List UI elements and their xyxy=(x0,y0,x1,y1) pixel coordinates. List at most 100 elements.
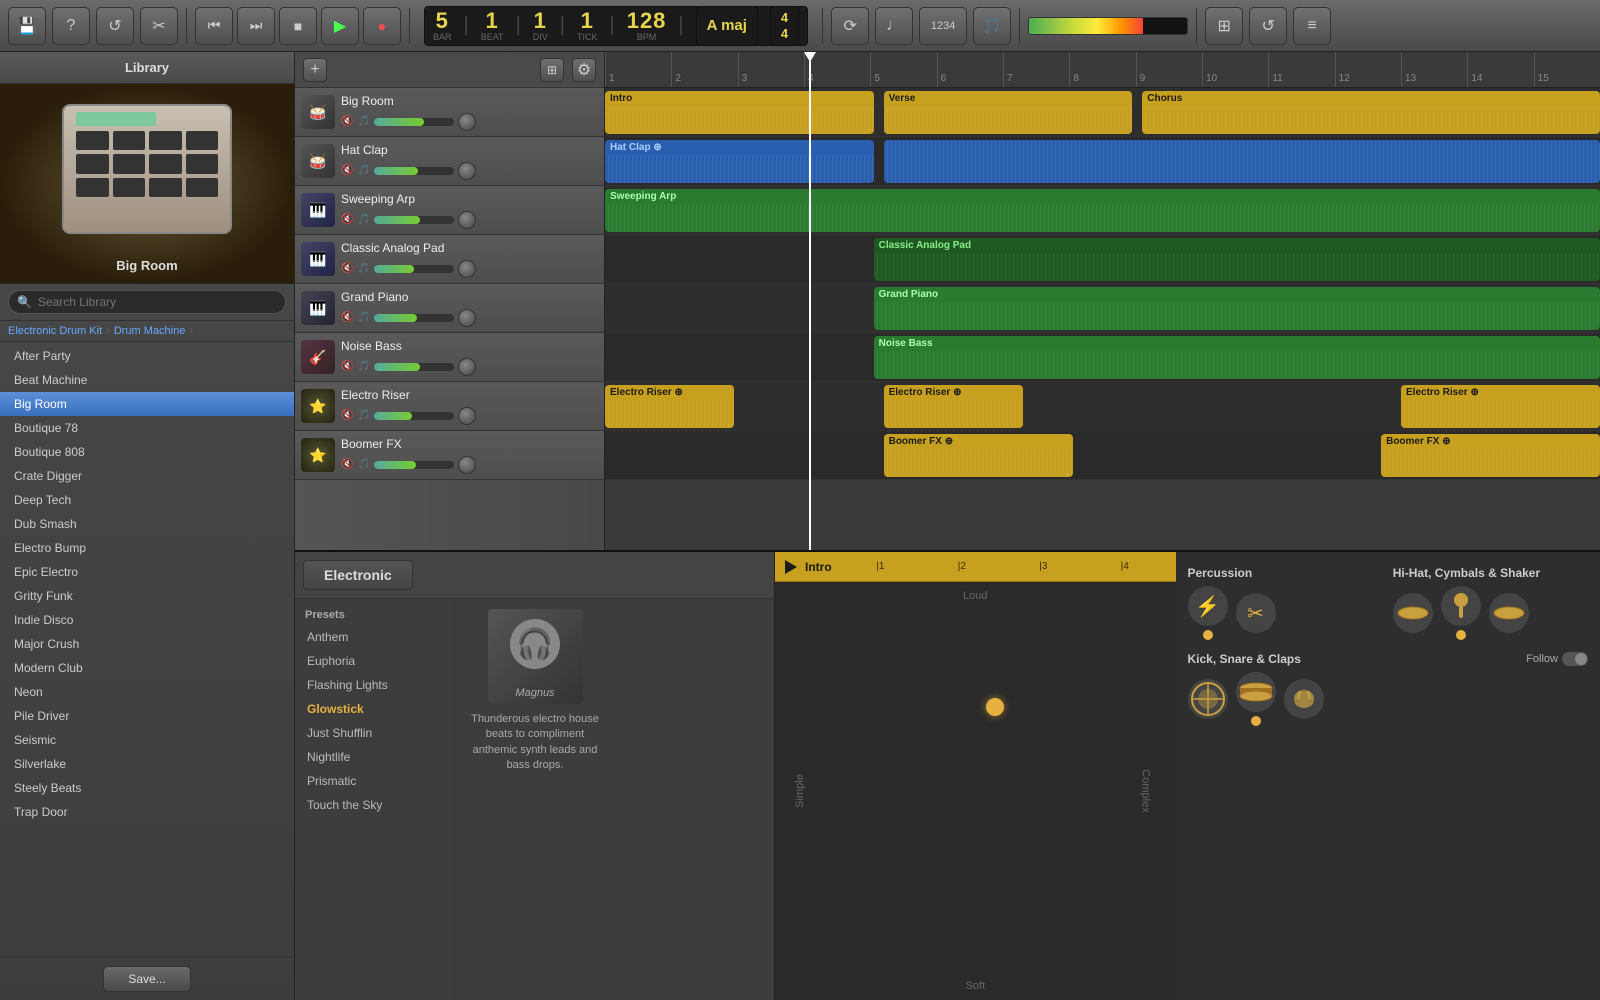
clip-chorus[interactable]: Chorus xyxy=(1142,91,1600,134)
playhead[interactable] xyxy=(809,52,811,550)
track-mute-icon[interactable]: 🔇 xyxy=(341,459,353,470)
track-fader[interactable] xyxy=(374,461,454,469)
track-mute-icon[interactable]: 🔇 xyxy=(341,116,353,127)
track-pan-knob[interactable] xyxy=(458,211,476,229)
drum-pad[interactable] xyxy=(149,178,182,197)
track-solo-icon[interactable]: 🎵 xyxy=(357,410,369,421)
drum-pad[interactable] xyxy=(113,178,146,197)
clip-electro-riser--[interactable]: Electro Riser ⊕ xyxy=(884,385,1023,428)
track-header-boomer-fx[interactable]: ⭐ Boomer FX 🔇 🎵 xyxy=(295,431,604,480)
xy-position-dot[interactable] xyxy=(986,698,1004,716)
track-pan-knob[interactable] xyxy=(458,456,476,474)
shaker-kit-item[interactable] xyxy=(1441,586,1481,640)
lightning-kit-item[interactable]: ⚡ xyxy=(1188,586,1228,640)
track-fader[interactable] xyxy=(374,412,454,420)
search-input[interactable] xyxy=(38,295,277,309)
snaredrum-kit-item[interactable] xyxy=(1236,672,1276,726)
library-item-silverlake[interactable]: Silverlake xyxy=(0,752,294,776)
track-solo-icon[interactable]: 🎵 xyxy=(357,214,369,225)
preset-item-euphoria[interactable]: Euphoria xyxy=(295,649,454,673)
drum-pad[interactable] xyxy=(149,154,182,173)
undo-btn[interactable]: ↺ xyxy=(96,7,134,45)
editors-btn[interactable]: ↺ xyxy=(1249,7,1287,45)
library-item-gritty-funk[interactable]: Gritty Funk xyxy=(0,584,294,608)
clip-classic-analog-pad[interactable]: Classic Analog Pad xyxy=(874,238,1600,281)
preset-item-glowstick[interactable]: Glowstick xyxy=(295,697,454,721)
drum-pad[interactable] xyxy=(149,131,182,150)
track-pan-knob[interactable] xyxy=(458,309,476,327)
track-solo-icon[interactable]: 🎵 xyxy=(357,165,369,176)
help-btn[interactable]: ? xyxy=(52,7,90,45)
track-header-sweeping-arp[interactable]: 🎹 Sweeping Arp 🔇 🎵 xyxy=(295,186,604,235)
clip-hat-clap--[interactable]: Hat Clap ⊕ xyxy=(605,140,874,183)
fastforward-btn[interactable]: ⏭ xyxy=(237,7,275,45)
clip-verse[interactable]: Verse xyxy=(884,91,1133,134)
track-lane-classic-analog-pad[interactable]: Classic Analog Pad xyxy=(605,235,1600,284)
library-item-electro-bump[interactable]: Electro Bump xyxy=(0,536,294,560)
key-display[interactable]: A maj xyxy=(696,6,758,46)
drum-pad[interactable] xyxy=(76,154,109,173)
snare-kit-item[interactable] xyxy=(1489,593,1529,633)
track-header-grand-piano[interactable]: 🎹 Grand Piano 🔇 🎵 xyxy=(295,284,604,333)
track-fader[interactable] xyxy=(374,314,454,322)
preset-item-anthem[interactable]: Anthem xyxy=(295,625,454,649)
track-lane-big-room[interactable]: IntroVerseChorus xyxy=(605,88,1600,137)
save-btn[interactable]: 💾 xyxy=(8,7,46,45)
drum-pad[interactable] xyxy=(186,131,219,150)
drum-pad[interactable] xyxy=(113,154,146,173)
preset-item-flashing-lights[interactable]: Flashing Lights xyxy=(295,673,454,697)
save-button[interactable]: Save... xyxy=(103,966,190,992)
stop-btn[interactable]: ■ xyxy=(279,7,317,45)
drummer-xy-pad[interactable]: Loud Soft Simple Complex xyxy=(775,582,1176,1000)
track-mute-icon[interactable]: 🔇 xyxy=(341,214,353,225)
clap-kit-item[interactable] xyxy=(1284,679,1324,719)
filter-btn[interactable]: ⚙ xyxy=(572,58,596,82)
library-item-indie-disco[interactable]: Indie Disco xyxy=(0,608,294,632)
breadcrumb-item2[interactable]: Drum Machine xyxy=(114,325,186,337)
record-btn[interactable]: ● xyxy=(363,7,401,45)
breadcrumb-item1[interactable]: Electronic Drum Kit xyxy=(8,325,102,337)
track-mute-icon[interactable]: 🔇 xyxy=(341,312,353,323)
library-item-modern-club[interactable]: Modern Club xyxy=(0,656,294,680)
library-item-epic-electro[interactable]: Epic Electro xyxy=(0,560,294,584)
clip-boomer-fx--[interactable]: Boomer FX ⊕ xyxy=(884,434,1073,477)
library-item-big-room[interactable]: Big Room xyxy=(0,392,294,416)
mixer-btn[interactable]: ≡ xyxy=(1293,7,1331,45)
track-mute-icon[interactable]: 🔇 xyxy=(341,361,353,372)
track-pan-knob[interactable] xyxy=(458,162,476,180)
track-fader[interactable] xyxy=(374,118,454,126)
track-fader[interactable] xyxy=(374,265,454,273)
smartcontrols-btn[interactable]: ⊞ xyxy=(1205,7,1243,45)
clip-noise-bass[interactable]: Noise Bass xyxy=(874,336,1600,379)
library-item-steely-beats[interactable]: Steely Beats xyxy=(0,776,294,800)
track-options-btn[interactable]: ⊞ xyxy=(540,58,564,82)
library-item-boutique-808[interactable]: Boutique 808 xyxy=(0,440,294,464)
drum-pad[interactable] xyxy=(186,154,219,173)
track-pan-knob[interactable] xyxy=(458,260,476,278)
drum-pad[interactable] xyxy=(113,131,146,150)
track-solo-icon[interactable]: 🎵 xyxy=(357,116,369,127)
metro-btn[interactable]: 🎵 xyxy=(973,7,1011,45)
track-header-noise-bass[interactable]: 🎸 Noise Bass 🔇 🎵 xyxy=(295,333,604,382)
count-btn[interactable]: 1234 xyxy=(919,7,967,45)
library-item-pile-driver[interactable]: Pile Driver xyxy=(0,704,294,728)
track-fader[interactable] xyxy=(374,363,454,371)
tuner-btn[interactable]: ♩ xyxy=(875,7,913,45)
clip-boomer-fx--[interactable]: Boomer FX ⊕ xyxy=(1381,434,1600,477)
library-item-trap-door[interactable]: Trap Door xyxy=(0,800,294,824)
clip-[interactable] xyxy=(884,140,1600,183)
clip-electro-riser--[interactable]: Electro Riser ⊕ xyxy=(605,385,734,428)
track-solo-icon[interactable]: 🎵 xyxy=(357,361,369,372)
track-fader[interactable] xyxy=(374,167,454,175)
clip-grand-piano[interactable]: Grand Piano xyxy=(874,287,1600,330)
play-btn[interactable]: ▶ xyxy=(321,7,359,45)
library-item-beat-machine[interactable]: Beat Machine xyxy=(0,368,294,392)
cycle-btn[interactable]: ⟳ xyxy=(831,7,869,45)
track-header-electro-riser[interactable]: ⭐ Electro Riser 🔇 🎵 xyxy=(295,382,604,431)
cut-btn[interactable]: ✂ xyxy=(140,7,178,45)
library-item-dub-smash[interactable]: Dub Smash xyxy=(0,512,294,536)
track-mute-icon[interactable]: 🔇 xyxy=(341,165,353,176)
library-item-boutique-78[interactable]: Boutique 78 xyxy=(0,416,294,440)
track-lane-hat-clap[interactable]: Hat Clap ⊕ xyxy=(605,137,1600,186)
bassdrum-kit-item[interactable] xyxy=(1188,679,1228,719)
